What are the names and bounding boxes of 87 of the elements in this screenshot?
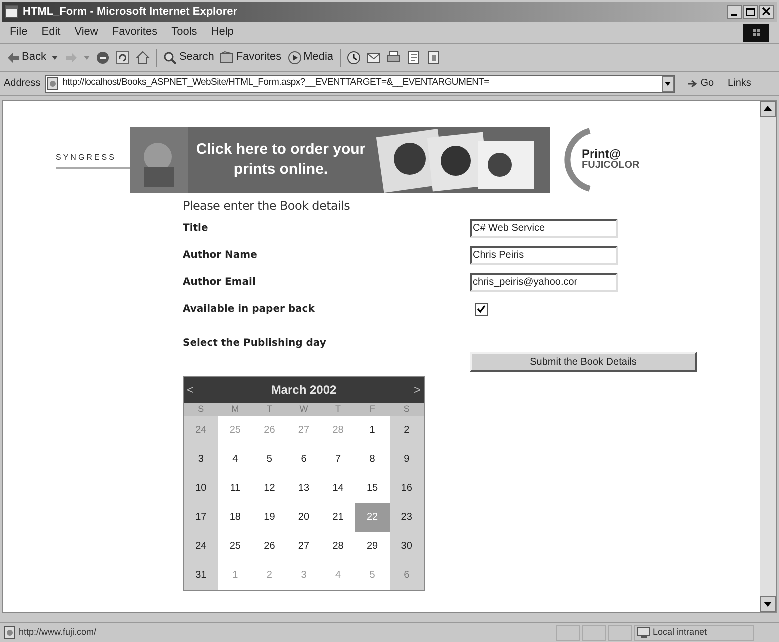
status-panel	[582, 624, 606, 640]
calendar-day[interactable]: 7	[321, 445, 356, 474]
dropdown-arrow-icon	[84, 56, 90, 60]
toolbar-button[interactable]: Search	[163, 49, 214, 66]
stop-icon[interactable]	[96, 50, 110, 64]
status-panel	[556, 624, 580, 640]
document-icon[interactable]	[426, 50, 441, 64]
go-button[interactable]: Go	[686, 76, 714, 91]
window-title: HTML_Form - Microsoft Internet Explorer	[23, 4, 239, 20]
calendar-day[interactable]: 14	[321, 474, 356, 503]
home-icon[interactable]	[136, 50, 150, 64]
month-title: March 2002	[271, 382, 337, 399]
browser-icon	[5, 5, 19, 19]
field-label: Author Name	[183, 249, 258, 263]
input-field[interactable]: chris_peiris@yahoo.cor	[470, 273, 618, 292]
previous-month-button[interactable]: <	[187, 381, 194, 399]
clock-icon[interactable]	[346, 50, 361, 64]
document-icon[interactable]	[406, 50, 421, 64]
calendar-day[interactable]: 27	[286, 532, 322, 561]
calendar-day[interactable]: 13	[286, 474, 322, 503]
links-button[interactable]: Links	[728, 76, 752, 91]
toolbar-button[interactable]: Back	[6, 49, 46, 66]
calendar-day[interactable]: 19	[252, 503, 287, 532]
weekday-label: S	[402, 403, 411, 416]
field-label: Select the Publishing day	[183, 337, 328, 351]
calendar-day[interactable]: 4	[218, 445, 253, 474]
computer-icon	[637, 626, 651, 638]
calendar-day[interactable]: 29	[355, 532, 390, 561]
weekday-label: W	[298, 403, 310, 416]
close-icon[interactable]	[759, 5, 774, 19]
calendar-day[interactable]: 15	[355, 474, 390, 503]
page-icon	[3, 626, 17, 640]
calendar-day[interactable]: 21	[321, 503, 356, 532]
logo-text: SYNGRESS	[56, 152, 118, 164]
field-label: Available in paper back	[183, 303, 316, 317]
toolbar-button[interactable]: Media	[288, 49, 334, 66]
menu-item[interactable]: Tools	[172, 24, 198, 41]
submit-button[interactable]: Submit the Book Details	[470, 352, 697, 372]
maximize-icon[interactable]	[743, 5, 758, 19]
calendar-day[interactable]: 28	[321, 532, 356, 561]
arrow-icon	[686, 78, 699, 90]
address-field[interactable]: http://localhost/Books_ASPNET_WebSite/HTML_Form.aspx?__EVENTTARGET=&__EVENTARGUMENT=	[44, 74, 675, 92]
toolbar-button[interactable]: Favorites	[220, 49, 282, 66]
menu-item[interactable]: Favorites	[112, 24, 158, 41]
brand-text: FUJICOLOR	[582, 160, 640, 172]
minimize-icon[interactable]	[727, 5, 742, 19]
zone-text: Local intranet	[653, 626, 708, 639]
weekday-label: T	[334, 403, 342, 416]
address-label: Address	[4, 77, 41, 91]
next-month-button[interactable]: >	[414, 381, 421, 399]
input-field[interactable]: C# Web Service	[470, 219, 618, 238]
calendar-day[interactable]: 6	[286, 445, 322, 474]
play-icon	[288, 50, 302, 64]
checkbox[interactable]	[475, 303, 488, 316]
refresh-icon[interactable]	[116, 50, 130, 64]
scrollbar[interactable]	[760, 101, 776, 612]
weekday-label: T	[266, 403, 274, 416]
weekday-label: S	[197, 403, 206, 416]
field-label: Title	[183, 222, 210, 236]
form-heading: Please enter the Book details	[183, 198, 352, 215]
page-icon	[46, 76, 60, 90]
calendar-day[interactable]: 11	[218, 474, 253, 503]
input-field[interactable]: Chris Peiris	[470, 246, 618, 265]
calendar-day[interactable]: 18	[218, 503, 253, 532]
weekday-label: M	[230, 403, 240, 416]
weekday-label: F	[368, 403, 376, 416]
menu-item[interactable]: File	[10, 24, 28, 41]
folder-icon	[220, 50, 234, 64]
menu-item[interactable]: View	[74, 24, 98, 41]
menu-item[interactable]: Help	[211, 24, 234, 41]
calendar-day[interactable]: 12	[252, 474, 287, 503]
calendar-day[interactable]: 25	[218, 532, 253, 561]
field-label: Author Email	[183, 276, 257, 290]
calendar-day[interactable]: 20	[286, 503, 322, 532]
menu-item[interactable]: Edit	[42, 24, 61, 41]
back-arrow-icon	[6, 50, 20, 64]
calendar-day[interactable]: 26	[252, 532, 287, 561]
status-text: http://www.fuji.com/	[19, 626, 98, 639]
brand-text: Print@	[582, 148, 622, 160]
calendar-day[interactable]: 8	[355, 445, 390, 474]
calendar-day[interactable]: 5	[252, 445, 287, 474]
status-panel	[608, 624, 632, 640]
dropdown-arrow-icon	[52, 56, 58, 60]
calendar-day[interactable]: 1	[355, 416, 390, 445]
envelope-icon[interactable]	[366, 50, 381, 64]
search-icon	[163, 50, 178, 64]
printer-icon[interactable]	[386, 50, 401, 64]
